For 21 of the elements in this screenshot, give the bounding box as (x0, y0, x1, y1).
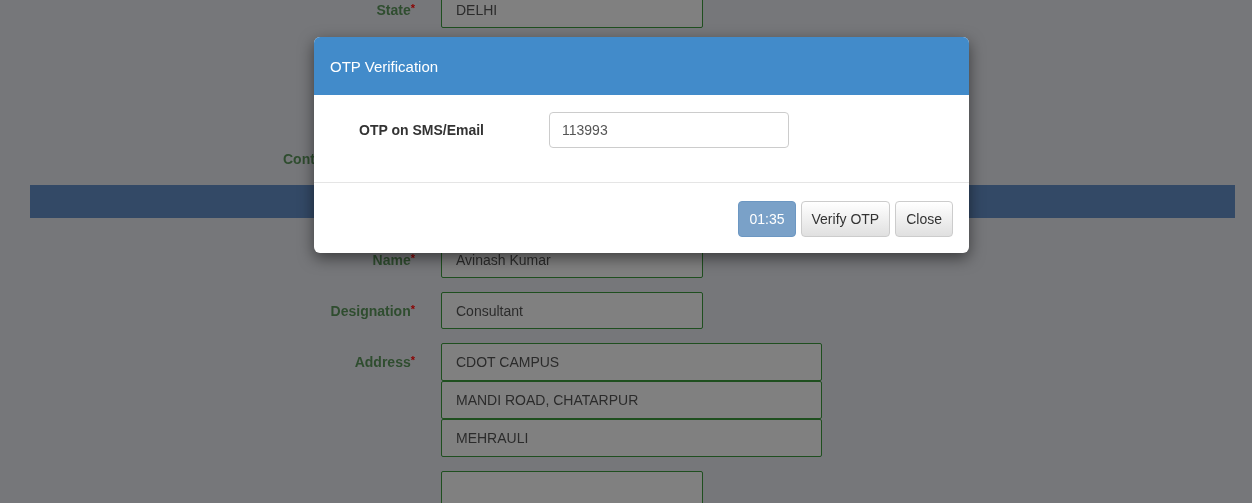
verify-button[interactable]: Verify OTP (800, 201, 891, 237)
input-field[interactable]: CDOT CAMPUS (441, 343, 822, 381)
field-label: Cont (283, 151, 315, 167)
timer-button[interactable]: 01:35 (738, 201, 796, 237)
required-mark: * (410, 2, 415, 14)
otp-label: OTP on SMS/Email (359, 122, 485, 138)
dialog-title: OTP Verification (330, 57, 439, 75)
close-button[interactable]: Close (895, 201, 953, 237)
required-mark: * (410, 354, 415, 366)
required-mark: * (410, 303, 415, 315)
input-field[interactable] (441, 471, 703, 503)
field-label: State (376, 2, 411, 18)
input-field[interactable]: MEHRAULI (441, 419, 822, 457)
field-label: Designation (330, 303, 411, 319)
required-mark: * (410, 252, 415, 264)
input-field[interactable]: MANDI ROAD, CHATARPUR (441, 381, 822, 419)
otp-input[interactable]: 113993 (549, 112, 789, 148)
field-label: Address (354, 354, 411, 370)
input-field[interactable]: DELHI (441, 0, 703, 28)
input-field[interactable]: Consultant (441, 292, 703, 329)
field-label: Name (372, 252, 411, 268)
